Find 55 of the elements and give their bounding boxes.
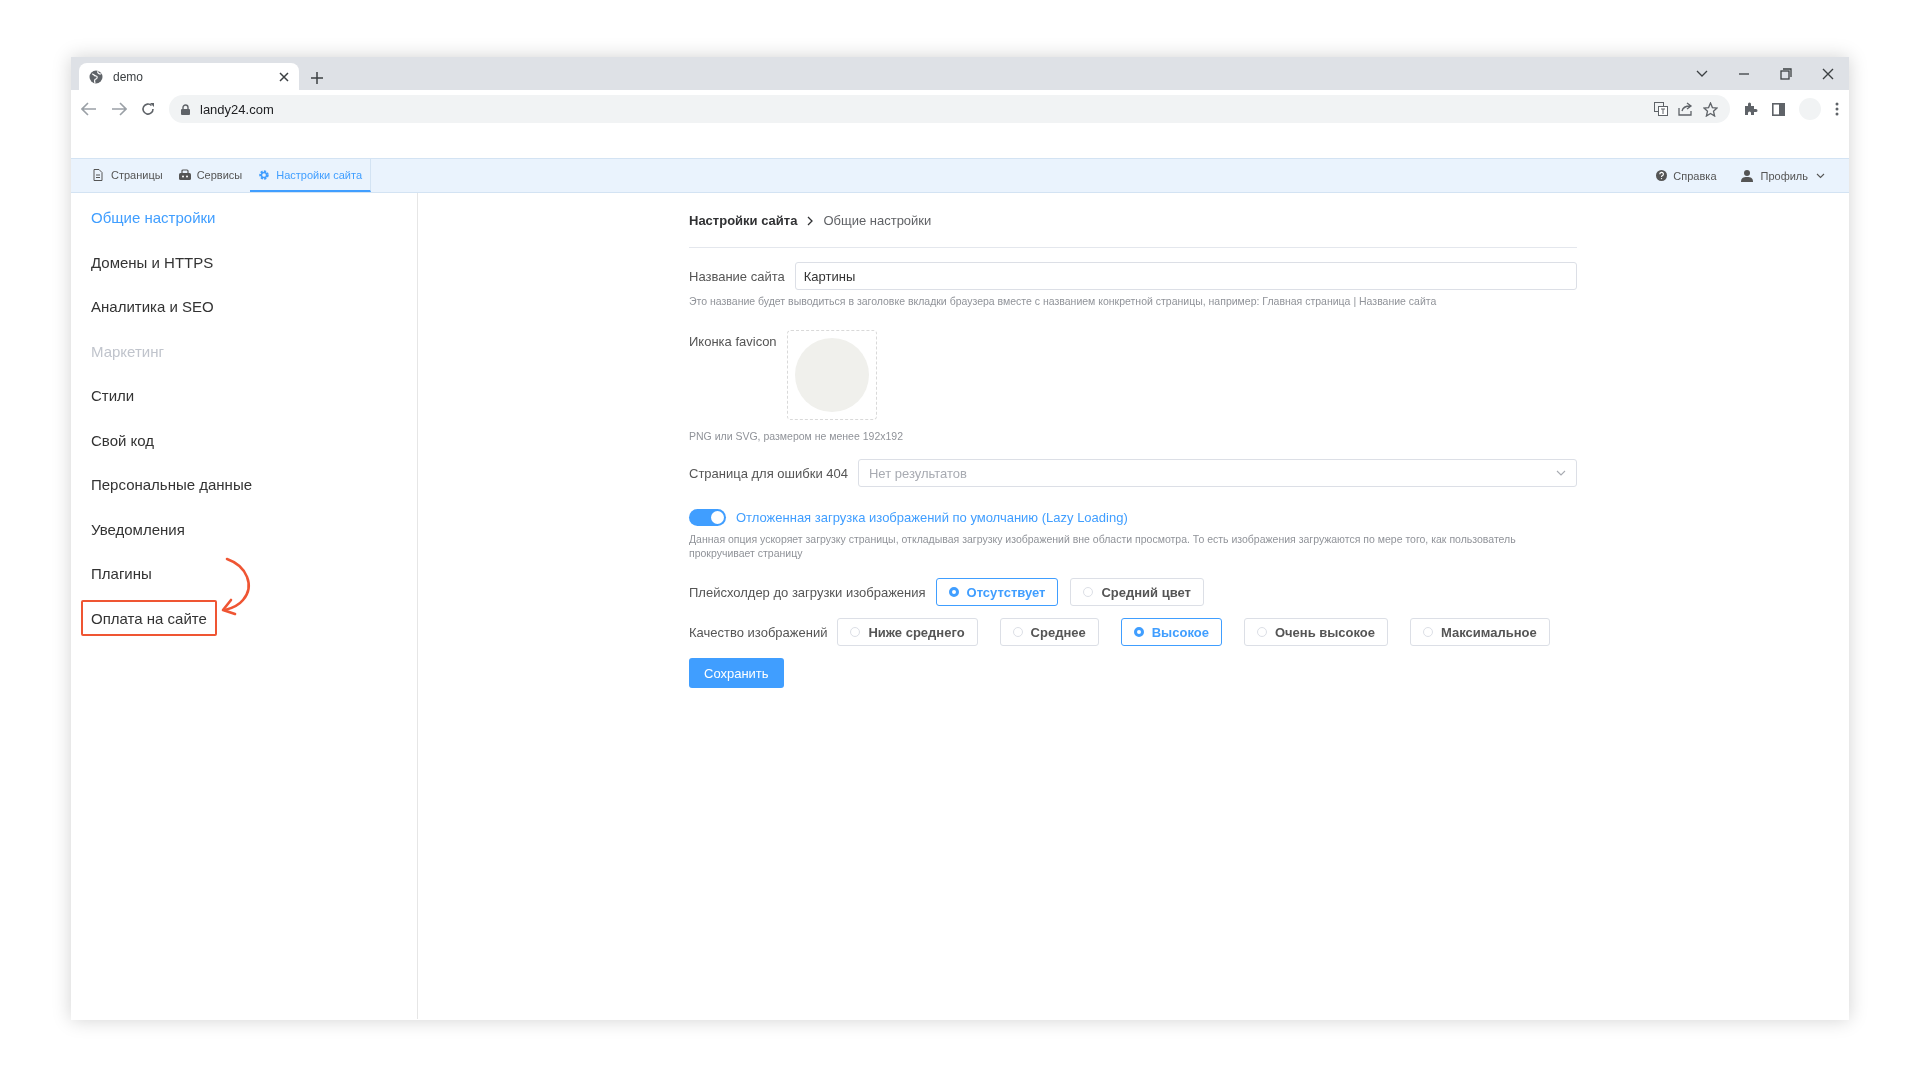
sidebar-item[interactable]: Плагины <box>81 555 162 591</box>
radio-option[interactable]: Ниже среднего <box>837 618 978 646</box>
new-tab-icon[interactable] <box>311 72 323 84</box>
address-bar[interactable]: landy24.com <box>169 95 1730 123</box>
chevron-down-icon <box>1816 172 1825 179</box>
toggle-label: Отложенная загрузка изображений по умолчанию (Lazy Loading) <box>736 510 1128 525</box>
globe-icon <box>89 69 103 84</box>
document-icon <box>93 168 105 181</box>
restore-icon[interactable] <box>1780 67 1792 80</box>
person-icon <box>1740 169 1753 182</box>
field-label: Качество изображений <box>689 624 828 640</box>
breadcrumb-current: Общие настройки <box>823 213 932 228</box>
close-icon[interactable] <box>279 71 289 82</box>
lazy-loading-toggle[interactable] <box>689 509 726 526</box>
hint-text: PNG или SVG, размером не менее 192x192 <box>689 429 904 443</box>
reload-icon[interactable] <box>141 102 155 116</box>
translate-icon[interactable] <box>1654 102 1668 116</box>
share-icon[interactable] <box>1678 102 1693 116</box>
lock-icon <box>181 103 190 115</box>
side-panel-icon[interactable] <box>1772 102 1785 116</box>
site-name-field[interactable]: Картины <box>794 262 1577 290</box>
description-text: Данная опция ускоряет загрузку страницы, откладывая загрузку изображений вне области просмотра. То есть изображения загружаются по мере того, как пользователь прокручивает страницу <box>689 532 1517 560</box>
chevron-down-icon[interactable] <box>1696 69 1708 78</box>
breadcrumb-link[interactable]: Настройки сайта <box>689 213 798 228</box>
close-icon[interactable] <box>1822 67 1834 80</box>
browser-tab[interactable]: demo <box>79 63 299 90</box>
radio-option[interactable]: Средний цвет <box>1070 578 1204 606</box>
gear-icon <box>258 168 271 181</box>
puzzle-icon[interactable] <box>1744 102 1758 116</box>
chevron-down-icon <box>1556 470 1566 476</box>
field-label: Иконка favicon <box>689 333 777 349</box>
more-icon[interactable] <box>1835 102 1839 116</box>
sidebar-item[interactable]: Аналитика и SEO <box>81 288 224 324</box>
sidebar-item[interactable]: Домены и HTTPS <box>81 243 224 280</box>
back-arrow-icon[interactable] <box>81 102 97 116</box>
chevron-right-icon <box>807 215 814 226</box>
field-label: Страница для ошибки 404 <box>689 465 848 481</box>
sidebar-item[interactable]: Свой код <box>81 421 165 458</box>
sidebar-item[interactable]: Персональные данные <box>81 466 263 502</box>
nav-tab[interactable]: Страницы <box>85 159 171 192</box>
star-icon[interactable] <box>1703 101 1718 117</box>
field-label: Название сайта <box>689 268 785 284</box>
sidebar-item[interactable]: Уведомления <box>81 510 195 547</box>
profile-menu[interactable]: Профиль <box>1728 159 1837 192</box>
radio-option[interactable]: Среднее <box>999 618 1099 646</box>
nav-tab[interactable]: Сервисы <box>170 159 251 192</box>
forward-arrow-icon[interactable] <box>111 102 127 116</box>
help-link[interactable]: Справка <box>1644 159 1729 192</box>
field-label: Плейсхолдер до загрузки изображения <box>689 584 926 600</box>
radio-option[interactable]: Очень высокое <box>1243 618 1389 646</box>
question-icon <box>1656 170 1668 181</box>
hint-text: Это название будет выводиться в заголовке вкладки браузера вместе с названием конкретной страницы, например: Главная страница | Название сайта <box>689 294 1438 308</box>
toolbox-icon <box>178 168 191 181</box>
radio-option[interactable]: Максимальное <box>1410 618 1550 646</box>
sidebar-item[interactable]: Стили <box>81 377 145 413</box>
